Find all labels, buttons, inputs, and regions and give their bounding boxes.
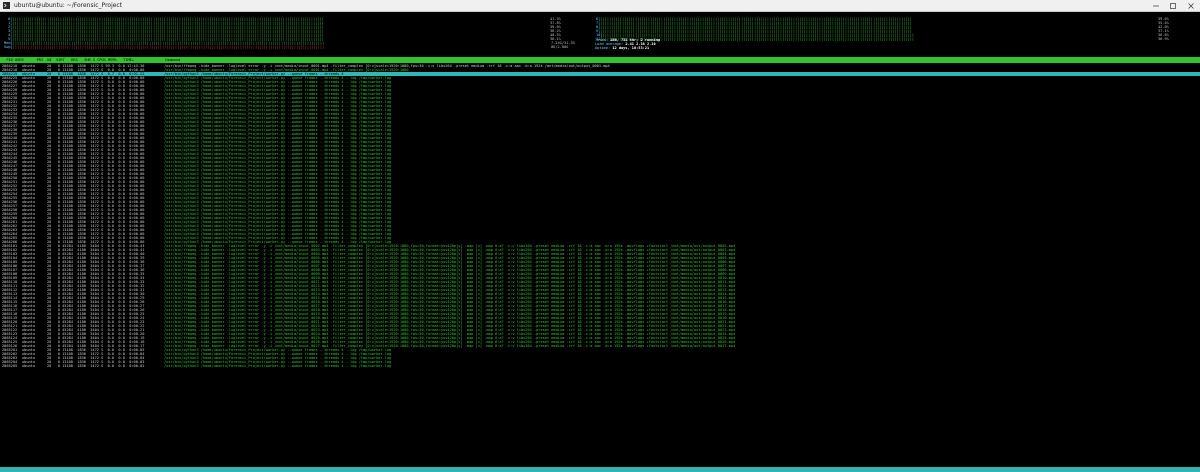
close-icon (1188, 2, 1194, 9)
minimize-button[interactable] (1148, 0, 1164, 11)
close-button[interactable] (1183, 0, 1199, 11)
window-titlebar[interactable]: ubuntu@ubuntu: ~/Forensic_Project (0, 0, 1200, 12)
swap-meter-label: Swp[ (4, 45, 13, 49)
minimize-icon (1153, 5, 1159, 6)
process-table-header[interactable]: PID USER PRI NI VIRT RES SHR S CPU% MEM%… (0, 57, 1200, 63)
terminal-icon (3, 2, 10, 9)
maximize-icon (1170, 2, 1176, 9)
window-title: ubuntu@ubuntu: ~/Forensic_Project (14, 2, 123, 9)
function-key-bar: F1Help F2Setup F3SearchF4FilterF5Tree F6… (0, 467, 1200, 472)
maximize-button[interactable] (1165, 0, 1181, 11)
table-row[interactable]: 2865205 ubuntu 20 0 13108 1836 1472 S 0.0 … (0, 364, 1200, 368)
swap-meter-value: 0K/2.00G (551, 45, 569, 49)
cpu-meter-11-value: 36.9% (1158, 37, 1169, 41)
process-pid: 2865205 (2, 364, 18, 368)
column-headers[interactable]: PID USER PRI NI VIRT RES SHR S CPU% MEM%… (2, 57, 134, 63)
uptime: Uptime: 12 days, 10:53:21 (595, 46, 650, 50)
swap-meter-fill: ||||||||||||||||||||||||||||||||||||||||… (12, 45, 325, 49)
cpu-meter-11: 11[|||||||||||||||||||||||||||||||||||||… (596, 37, 1156, 41)
process-user: ubuntu (22, 364, 35, 368)
swap-meter: Swp[||||||||||||||||||||||||||||||||||||… (4, 45, 549, 49)
process-stats: 20 0 13108 1836 1472 S 0.0 0.0 0:00.02 (47, 364, 145, 368)
command-column-header[interactable]: Command (165, 57, 1195, 63)
process-command: /usr/bin/python3 /home/ubuntu/Forensic_P… (164, 364, 392, 368)
terminal-area[interactable]: 0[||||||||||||||||||||||||||||||||||||||… (0, 12, 1200, 472)
